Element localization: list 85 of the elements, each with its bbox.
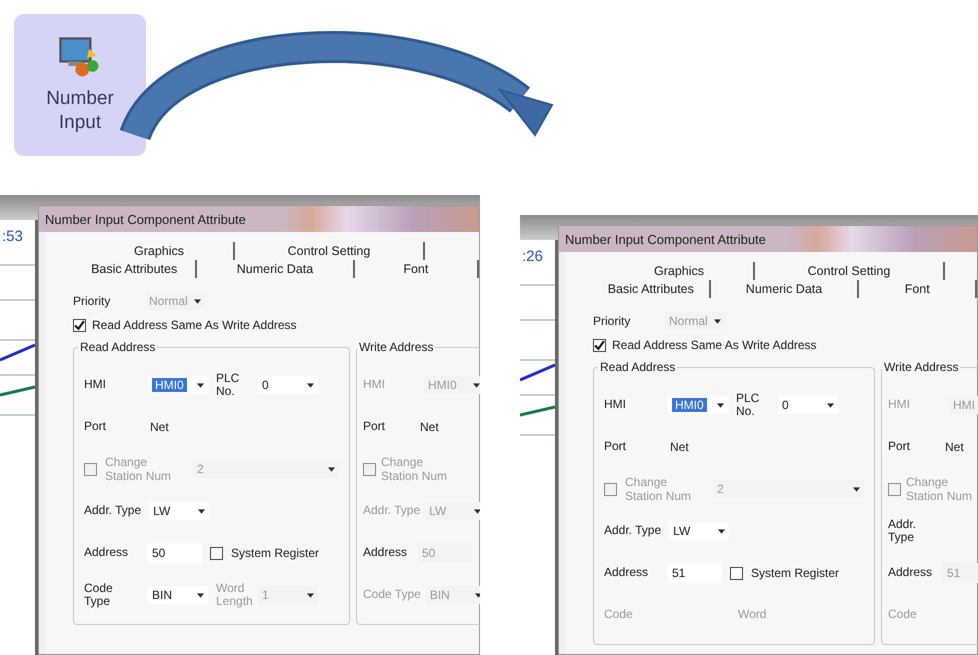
checkbox-label: System Register <box>231 546 320 560</box>
time-label: :53 <box>1 227 24 245</box>
dropdown[interactable]: BIN <box>148 586 208 604</box>
caret-icon <box>328 466 335 472</box>
field-label: PLC No. <box>736 392 760 418</box>
tab[interactable]: Numeric Data <box>710 280 860 298</box>
dropdown[interactable]: 0 <box>258 376 318 394</box>
field-label: Code Type <box>84 582 114 608</box>
tab[interactable]: Font <box>354 260 479 278</box>
tab[interactable]: Font <box>859 280 978 298</box>
checkbox-label: Change Station Num <box>105 454 172 484</box>
field-value: Net <box>150 420 169 434</box>
field-label: Addr. Type <box>604 524 662 538</box>
field-label: PLC No. <box>216 372 240 398</box>
field-label: Code <box>888 608 918 622</box>
field-label: Addr. Type <box>84 504 142 518</box>
caret-icon <box>197 592 204 598</box>
tab[interactable]: Control Setting <box>235 242 425 260</box>
field-label: HMI <box>604 398 627 412</box>
field-value: Net <box>670 440 689 454</box>
dropdown[interactable]: LW <box>149 502 210 520</box>
field-label: Priority <box>73 294 112 308</box>
tab[interactable]: Graphics <box>605 262 755 280</box>
checkbox-label: System Register <box>751 566 840 580</box>
window-title: Number Input Component Attribute <box>45 212 246 226</box>
caret-icon <box>473 382 480 388</box>
field-label: Address <box>888 566 934 580</box>
checkbox-label: Change Station Num <box>381 454 448 484</box>
time-label: :26 <box>521 247 544 265</box>
field-value: Net <box>945 440 964 454</box>
field-value: Net <box>420 420 439 434</box>
field-label: Port <box>363 420 386 434</box>
tab[interactable]: Basic Attributes <box>593 280 711 298</box>
field-label: HMI <box>888 398 911 412</box>
field-label: Address <box>84 546 130 560</box>
checkbox-label: Read Address Same As Write Address <box>92 318 297 332</box>
checkbox-label: Change Station Num <box>625 474 692 504</box>
checkbox[interactable] <box>593 338 606 352</box>
group-title: Write Address <box>883 360 960 374</box>
checkbox[interactable] <box>210 546 223 560</box>
window-title: Number Input Component Attribute <box>565 232 766 246</box>
caret-icon <box>198 508 206 514</box>
field-label: HMI <box>363 378 386 392</box>
field-label: Code Type <box>363 588 421 602</box>
field-label: Priority <box>593 314 632 328</box>
tab[interactable]: Graphics <box>85 242 235 260</box>
dropdown[interactable]: 0 <box>778 396 838 414</box>
tab[interactable]: Numeric Data <box>197 260 355 278</box>
caret-icon <box>474 592 480 598</box>
caret-icon <box>474 508 480 514</box>
dropdown[interactable]: LW <box>669 522 730 540</box>
caret-icon <box>197 382 204 388</box>
checkbox[interactable] <box>730 566 743 580</box>
caret-icon <box>827 402 834 408</box>
field-label: Port <box>604 440 628 454</box>
field-label: Addr. Type <box>363 504 420 518</box>
field-label: Port <box>888 440 912 454</box>
group-title: Read Address <box>79 340 156 354</box>
caret-icon <box>194 298 201 304</box>
caret-icon <box>307 382 314 388</box>
field-label: Code <box>604 608 634 622</box>
caret-icon <box>718 528 726 534</box>
caret-icon <box>307 592 314 598</box>
field-label: Address <box>363 546 408 560</box>
number-input-button[interactable]: Number Input <box>14 14 146 156</box>
field-label: Addr. Type <box>888 518 918 544</box>
tab[interactable]: Basic Attributes <box>73 260 198 278</box>
caret-icon <box>717 402 724 408</box>
caret-icon <box>853 486 860 492</box>
input-field[interactable]: 50 <box>148 543 202 563</box>
field-label: Address <box>604 566 650 580</box>
checkbox-label: Read Address Same As Write Address <box>612 338 817 352</box>
field-label: Word <box>738 608 768 622</box>
input-field[interactable]: 51 <box>668 563 722 583</box>
field-label: Word Length <box>216 582 250 608</box>
dropdown[interactable]: HMI0 <box>148 376 208 394</box>
checkbox[interactable] <box>73 318 86 332</box>
tab[interactable]: Control Setting <box>755 262 945 280</box>
group-title: Read Address <box>599 360 676 374</box>
field-label: Port <box>84 420 108 434</box>
checkbox-label: Change Station Num <box>906 474 974 504</box>
dropdown[interactable]: HMI0 <box>668 396 728 414</box>
field-label: HMI <box>84 378 107 392</box>
group-title: Write Address <box>358 340 434 354</box>
caret-icon <box>714 318 721 324</box>
